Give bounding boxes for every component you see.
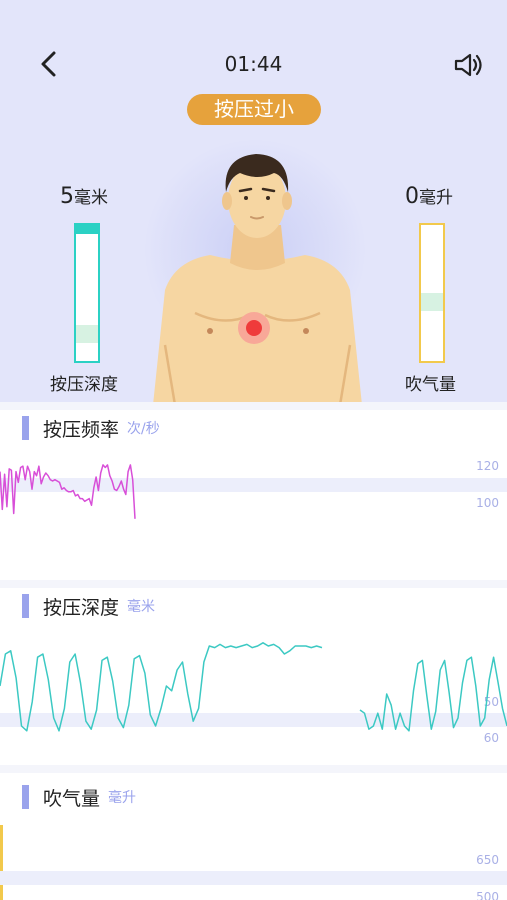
cpr-header-panel: 01:44 按压过小 5毫米 按压深度 0毫升 吹气量	[0, 0, 507, 402]
breath-chart-section: 吹气量 毫升 650 500	[0, 773, 507, 900]
depth-line-segment	[0, 642, 323, 732]
breath-unit: 毫升	[419, 188, 453, 208]
breath-number: 0	[405, 184, 419, 209]
depth-chart-section: 按压深度 毫米 50 60	[0, 588, 507, 765]
section-divider	[0, 402, 507, 410]
rate-line	[0, 464, 136, 519]
depth-value: 5毫米	[60, 183, 108, 209]
depth-gauge-fill	[76, 225, 98, 234]
breath-target-band	[0, 871, 507, 885]
body-figure	[153, 154, 362, 402]
breath-tick-650: 650	[476, 853, 499, 867]
depth-plot	[0, 642, 507, 732]
depth-label: 按压深度	[50, 375, 118, 395]
breath-value: 0毫升	[405, 183, 453, 209]
session-timer: 01:44	[224, 52, 283, 76]
depth-number: 5	[60, 184, 74, 209]
status-badge: 按压过小	[187, 94, 321, 125]
breath-gauge	[419, 223, 445, 363]
breath-chart-header: 吹气量 毫升	[22, 785, 137, 810]
breath-label: 吹气量	[405, 375, 456, 395]
rate-chart-section: 按压频率 次/秒 120 100	[0, 410, 507, 580]
breath-tick-500: 500	[476, 890, 499, 900]
depth-line-segment	[359, 656, 507, 732]
depth-gauge	[74, 223, 100, 363]
breath-chart-title: 吹气量	[43, 787, 101, 810]
depth-unit: 毫米	[74, 188, 108, 208]
section-marker	[22, 785, 29, 809]
depth-target-band	[76, 325, 98, 343]
breath-axis-mark	[0, 825, 3, 900]
breath-chart-unit: 毫升	[108, 790, 137, 806]
rate-plot	[0, 464, 136, 519]
breath-target-band	[421, 293, 443, 311]
section-divider	[0, 580, 507, 588]
section-divider	[0, 765, 507, 773]
speaker-icon[interactable]	[452, 51, 484, 79]
